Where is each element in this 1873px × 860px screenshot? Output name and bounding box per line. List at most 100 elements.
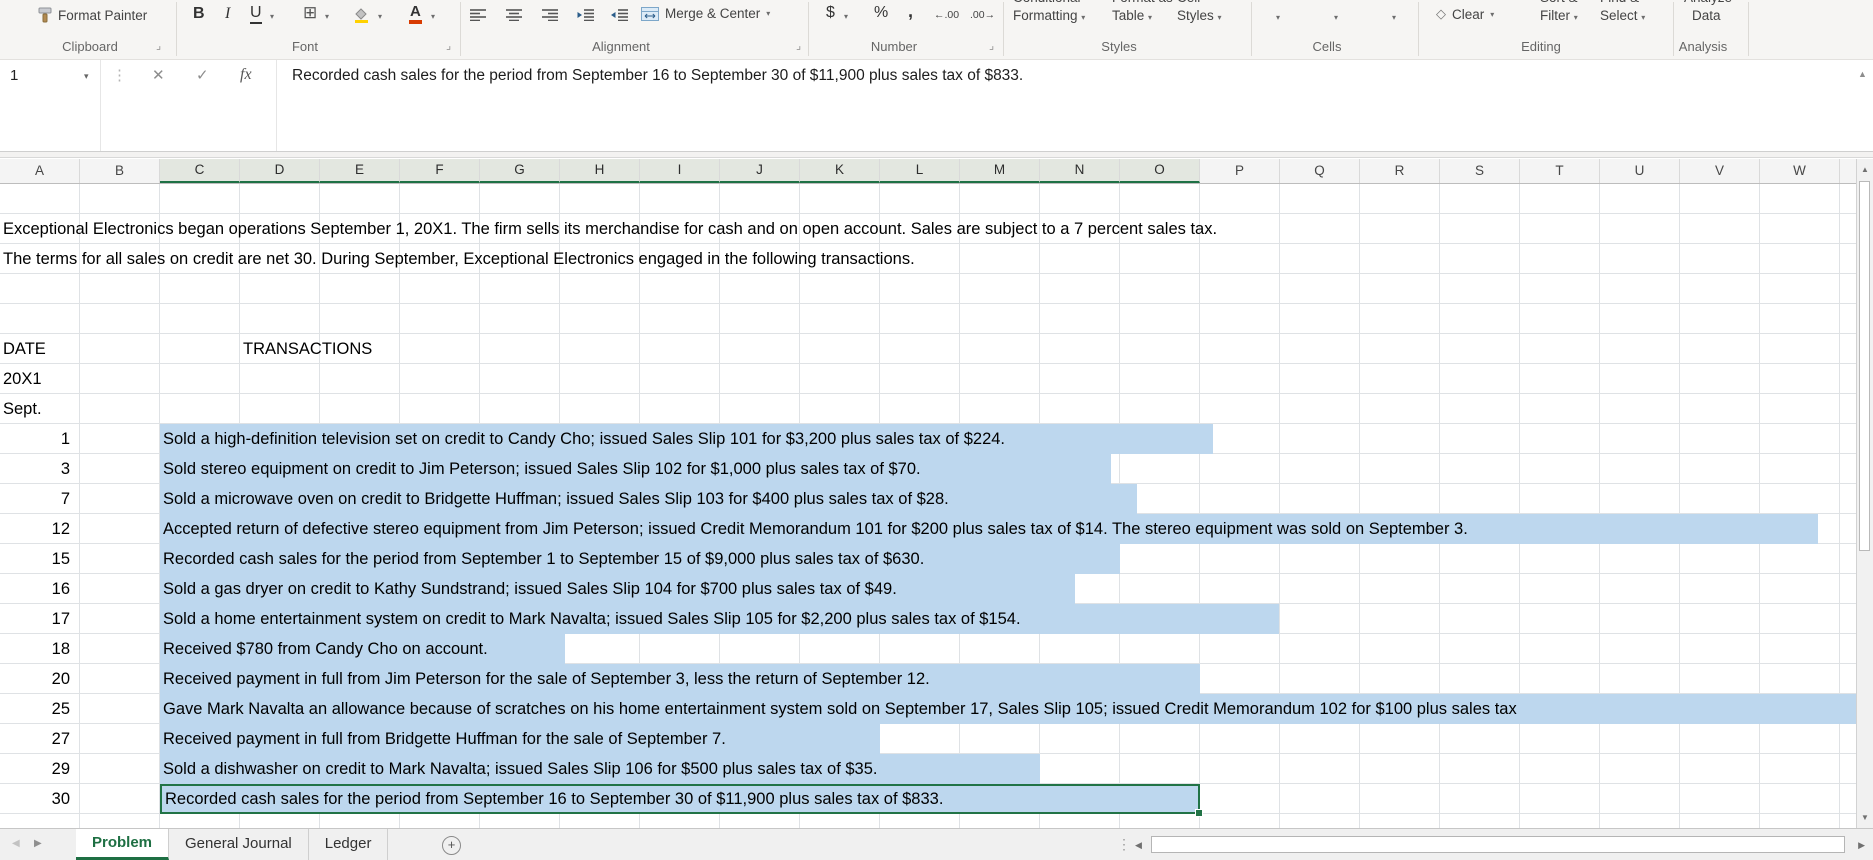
insert-function-button[interactable]: fx (240, 66, 252, 84)
cell-transaction-27[interactable]: Received payment in full from Bridgette … (160, 724, 880, 754)
format-painter-button[interactable]: Format Painter (38, 7, 147, 23)
clipboard-dialog-launcher-icon[interactable]: ⌟ (156, 39, 161, 52)
font-color-button[interactable]: A (409, 3, 422, 24)
enter-button[interactable]: ✓ (196, 66, 209, 84)
column-header-P[interactable]: P (1200, 159, 1280, 183)
column-header-D[interactable]: D (240, 159, 320, 183)
borders-button[interactable]: ⊞ (303, 3, 317, 23)
align-right-button[interactable] (542, 8, 558, 21)
cell-note-row1[interactable]: Exceptional Electronics began operations… (3, 214, 1217, 244)
fill-handle[interactable] (1195, 809, 1203, 817)
vertical-scrollbar[interactable]: ▲ ▼ (1856, 159, 1873, 828)
horizontal-scrollbar[interactable]: ◀ ▶ (1133, 833, 1867, 857)
clear-dropdown-icon[interactable]: ▾ (1490, 10, 1494, 19)
column-header-K[interactable]: K (800, 159, 880, 183)
accounting-format-button[interactable]: $ (826, 4, 835, 22)
cell-colA-row6[interactable]: 20X1 (3, 364, 42, 394)
sheet-nav-left-icon[interactable]: ◀ (12, 838, 20, 849)
italic-button[interactable]: I (225, 5, 230, 23)
number-dialog-launcher-icon[interactable]: ⌟ (989, 39, 994, 52)
alignment-dialog-launcher-icon[interactable]: ⌟ (796, 39, 801, 52)
column-header-U[interactable]: U (1600, 159, 1680, 183)
cell-transaction-25[interactable]: Gave Mark Navalta an allowance because o… (160, 694, 1856, 724)
cell-date-29[interactable]: 29 (0, 754, 70, 784)
merge-center-dropdown-icon[interactable]: ▾ (766, 9, 770, 18)
cell-date-17[interactable]: 17 (0, 604, 70, 634)
underline-button[interactable]: U (250, 4, 262, 24)
cell-date-3[interactable]: 3 (0, 454, 70, 484)
align-center-button[interactable] (506, 8, 522, 21)
decrease-indent-button[interactable] (577, 8, 594, 21)
cell-date-7[interactable]: 7 (0, 484, 70, 514)
cell-date-27[interactable]: 27 (0, 724, 70, 754)
scroll-right-icon[interactable]: ▶ (1858, 840, 1865, 851)
grid-rows[interactable]: Exceptional Electronics began operations… (0, 184, 1856, 828)
column-header-E[interactable]: E (320, 159, 400, 183)
horizontal-scrollbar-thumb[interactable] (1151, 836, 1845, 853)
sheet-tab-problem[interactable]: Problem (76, 829, 170, 860)
cell-date-15[interactable]: 15 (0, 544, 70, 574)
name-box-dropdown-icon[interactable]: ▾ (84, 71, 89, 82)
cell-transaction-29[interactable]: Sold a dishwasher on credit to Mark Nava… (160, 754, 1040, 784)
cell-colA-row5[interactable]: DATE (3, 334, 46, 364)
column-header-R[interactable]: R (1360, 159, 1440, 183)
cell-date-1[interactable]: 1 (0, 424, 70, 454)
align-left-button[interactable] (470, 8, 486, 21)
cell-date-25[interactable]: 25 (0, 694, 70, 724)
column-header-T[interactable]: T (1520, 159, 1600, 183)
tab-scrollbar-splitter-icon[interactable]: ⋮ (1117, 836, 1131, 853)
font-dialog-launcher-icon[interactable]: ⌟ (446, 39, 451, 52)
cell-date-18[interactable]: 18 (0, 634, 70, 664)
column-header-O[interactable]: O (1120, 159, 1200, 183)
column-header-H[interactable]: H (560, 159, 640, 183)
column-header-Q[interactable]: Q (1280, 159, 1360, 183)
column-header-I[interactable]: I (640, 159, 720, 183)
increase-indent-button[interactable] (611, 8, 628, 21)
cell-colD-row5[interactable]: TRANSACTIONS (243, 334, 372, 364)
cell-transaction-12[interactable]: Accepted return of defective stereo equi… (160, 514, 1818, 544)
percent-style-button[interactable]: % (874, 4, 888, 22)
scroll-up-icon[interactable]: ▲ (1857, 165, 1873, 174)
font-color-dropdown-icon[interactable]: ▾ (431, 12, 435, 21)
column-header-F[interactable]: F (400, 159, 480, 183)
cell-transaction-30[interactable]: Recorded cash sales for the period from … (160, 784, 1203, 817)
cell-date-30[interactable]: 30 (0, 784, 70, 814)
cell-transaction-1[interactable]: Sold a high-definition television set on… (160, 424, 1213, 454)
sheet-nav-right-icon[interactable]: ▶ (34, 838, 42, 849)
cell-transaction-3[interactable]: Sold stereo equipment on credit to Jim P… (160, 454, 1111, 484)
underline-dropdown-icon[interactable]: ▾ (270, 12, 274, 21)
borders-dropdown-icon[interactable]: ▾ (325, 12, 329, 21)
cell-transaction-18[interactable]: Received $780 from Candy Cho on account. (160, 634, 565, 664)
column-header-C[interactable]: C (160, 159, 240, 183)
column-header-J[interactable]: J (720, 159, 800, 183)
fill-color-dropdown-icon[interactable]: ▾ (378, 12, 382, 21)
collapse-formula-bar-icon[interactable]: ▲ (1858, 69, 1867, 79)
cancel-button[interactable]: ✕ (152, 66, 165, 84)
scroll-down-icon[interactable]: ▼ (1857, 813, 1873, 822)
column-header-M[interactable]: M (960, 159, 1040, 183)
column-header-W[interactable]: W (1760, 159, 1840, 183)
formula-bar-content[interactable]: Recorded cash sales for the period from … (292, 67, 1023, 85)
cell-transaction-7[interactable]: Sold a microwave oven on credit to Bridg… (160, 484, 1137, 514)
cell-colA-row7[interactable]: Sept. (3, 394, 42, 424)
comma-style-button[interactable]: , (908, 1, 913, 22)
merge-center-button[interactable]: Merge & Center ▾ (641, 6, 770, 21)
cell-date-20[interactable]: 20 (0, 664, 70, 694)
name-box-resizer-icon[interactable]: ⋮ (112, 66, 127, 84)
sheet-tab-ledger[interactable]: Ledger (309, 829, 389, 860)
cell-transaction-15[interactable]: Recorded cash sales for the period from … (160, 544, 1120, 574)
clear-button[interactable]: ◇ Clear ▾ (1436, 6, 1494, 22)
decrease-decimal-button[interactable]: .00→ (970, 9, 995, 21)
fill-color-button[interactable] (352, 6, 370, 23)
cell-note-row2[interactable]: The terms for all sales on credit are ne… (3, 244, 915, 274)
bold-button[interactable]: B (193, 5, 205, 23)
vertical-scrollbar-thumb[interactable] (1859, 181, 1870, 551)
column-header-N[interactable]: N (1040, 159, 1120, 183)
column-header-G[interactable]: G (480, 159, 560, 183)
name-box[interactable]: 1 (10, 67, 18, 84)
cell-date-12[interactable]: 12 (0, 514, 70, 544)
scroll-left-icon[interactable]: ◀ (1135, 840, 1142, 851)
sheet-tab-general-journal[interactable]: General Journal (169, 829, 309, 860)
column-header-L[interactable]: L (880, 159, 960, 183)
column-header-B[interactable]: B (80, 159, 160, 183)
